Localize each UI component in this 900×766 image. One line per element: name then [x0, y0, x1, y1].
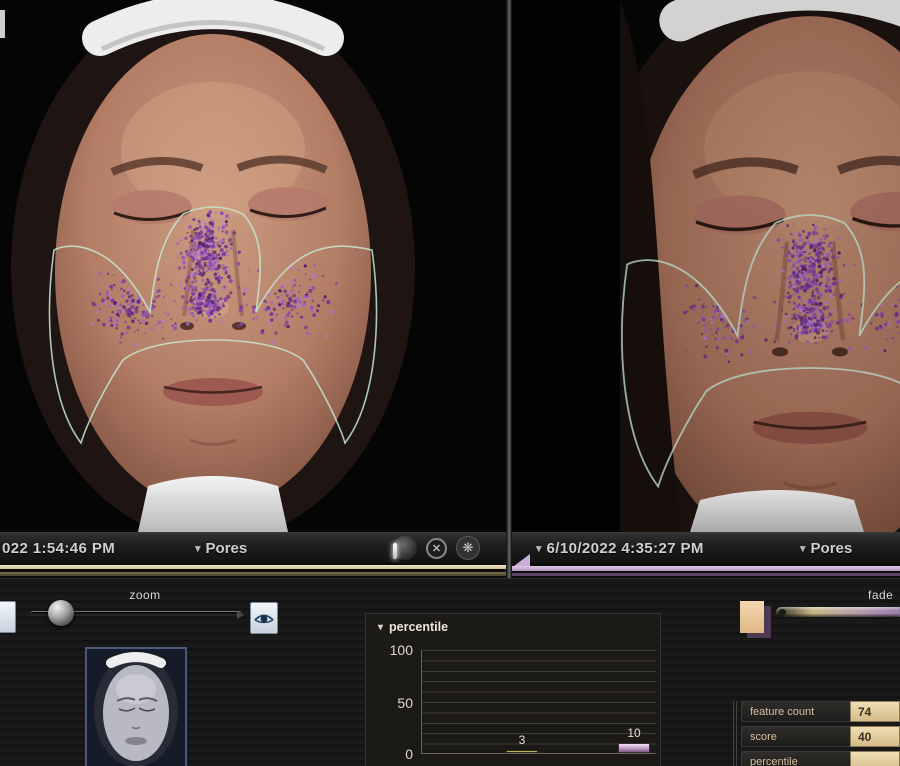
right-feature-dropdown[interactable]: ▾ Pores — [800, 540, 852, 557]
stat-label: feature count — [741, 701, 850, 722]
fade-color-swatch[interactable] — [740, 601, 764, 633]
chevron-down-icon: ▾ — [800, 542, 806, 555]
left-capture-timestamp: 022 1:54:46 PM — [2, 540, 115, 557]
right-face-photo — [512, 0, 900, 532]
edge-tool-button[interactable] — [0, 601, 16, 633]
fade-label: fade — [868, 588, 893, 602]
ytick-50: 50 — [369, 695, 413, 711]
chevron-down-icon: ▾ — [378, 622, 383, 633]
eye-icon — [253, 611, 275, 626]
table-row-feature-count: feature count 74 — [741, 701, 900, 722]
ytick-100: 100 — [369, 642, 413, 658]
fade-slider-track[interactable] — [776, 607, 900, 617]
zoom-slider-knob[interactable] — [48, 600, 74, 626]
percentile-header[interactable]: ▾ percentile — [378, 620, 448, 634]
stat-label: score — [741, 726, 850, 747]
close-circle-icon[interactable]: ✕ — [426, 538, 447, 559]
processing-icon[interactable]: ❋ — [456, 536, 480, 560]
right-capture-timestamp: 6/10/2022 4:35:27 PM — [547, 540, 704, 557]
eye-preview-button[interactable] — [250, 602, 278, 634]
stat-label: percentile — [741, 751, 850, 766]
percentile-title: percentile — [389, 620, 448, 634]
fade-slider-knob[interactable] — [779, 609, 786, 616]
right-capture-panel: ▾ 6/10/2022 4:35:27 PM ▾ Pores — [512, 0, 900, 578]
left-capture-panel: 022 1:54:46 PM ▾ Pores ✕ ❋ — [0, 0, 506, 578]
stats-table: feature count 74 score 40 percentile — [733, 701, 900, 766]
right-feature-label: Pores — [811, 540, 853, 557]
patient-thumbnail[interactable] — [85, 647, 187, 766]
right-selection-underline — [512, 563, 900, 578]
left-image-viewport[interactable] — [0, 0, 506, 532]
percentile-plot: 3 10 — [421, 650, 656, 754]
left-feature-dropdown[interactable]: ▾ Pores — [195, 540, 247, 557]
stat-value: 40 — [850, 726, 900, 747]
thumbnail-face — [87, 649, 185, 766]
right-image-toolbar: ▾ 6/10/2022 4:35:27 PM ▾ Pores — [512, 532, 900, 563]
percentile-chart-box: ▾ percentile 100 50 0 3 10 — [365, 613, 661, 766]
left-selection-underline — [0, 563, 506, 578]
table-row-score: score 40 — [741, 726, 900, 747]
stat-value: 74 — [850, 701, 900, 722]
stat-value — [850, 751, 900, 766]
right-image-viewport[interactable] — [512, 0, 900, 532]
visia-compare-screen: 022 1:54:46 PM ▾ Pores ✕ ❋ — [0, 0, 900, 766]
ytick-0: 0 — [369, 746, 413, 762]
control-panel: zoom — [0, 578, 900, 766]
table-row-percentile: percentile — [741, 751, 900, 766]
chevron-down-icon: ▾ — [536, 542, 542, 555]
zoom-label: zoom — [95, 588, 195, 602]
left-toolbar-icons: ✕ ❋ — [393, 536, 480, 560]
left-face-photo — [0, 0, 506, 532]
right-capture-dropdown[interactable]: ▾ 6/10/2022 4:35:27 PM — [536, 540, 704, 557]
left-feature-label: Pores — [206, 540, 248, 557]
chevron-down-icon: ▾ — [195, 542, 201, 555]
compare-split-icon[interactable] — [393, 536, 417, 560]
left-image-toolbar: 022 1:54:46 PM ▾ Pores ✕ ❋ — [0, 532, 506, 563]
